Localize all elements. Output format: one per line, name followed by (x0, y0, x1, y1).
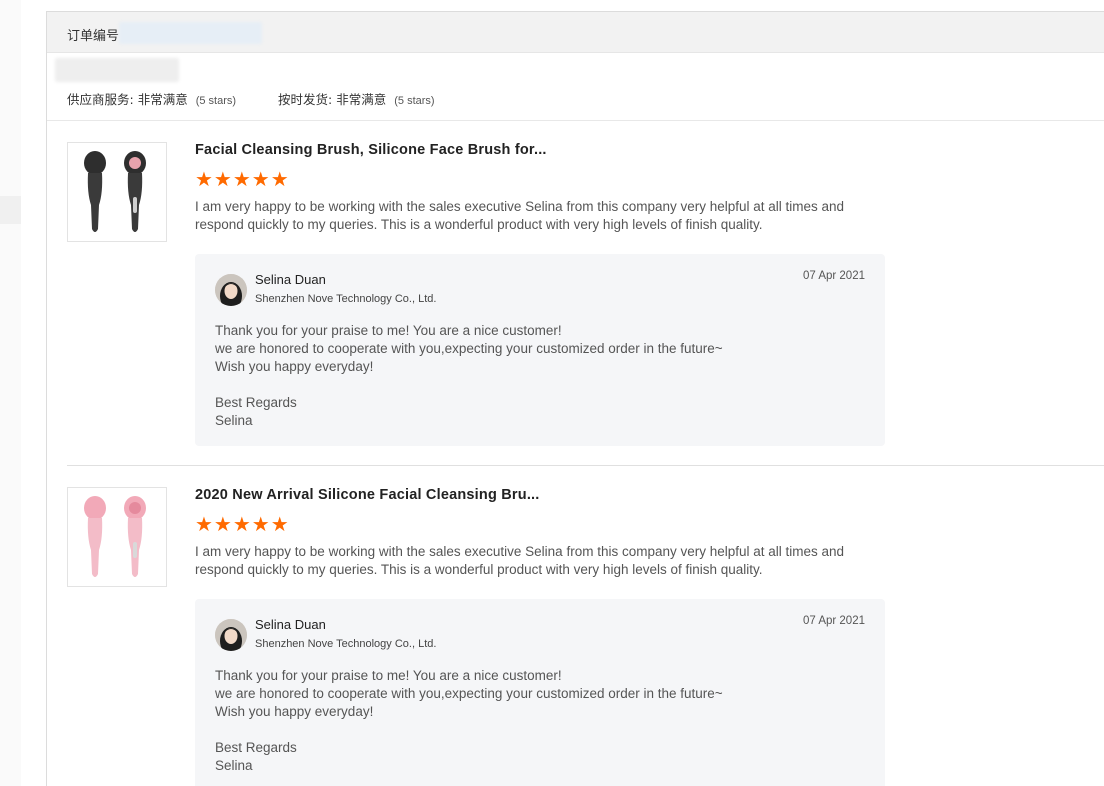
order-header: 订单编号 (47, 12, 1104, 53)
supplier-reply: Selina Duan Shenzhen Nove Technology Co.… (195, 254, 885, 446)
buyer-info-redacted (55, 58, 179, 82)
gutter-notch (0, 196, 21, 224)
product-thumbnail[interactable] (67, 487, 167, 587)
review-text: I am very happy to be working with the s… (195, 544, 845, 577)
order-number-redacted (119, 22, 262, 44)
divider (47, 120, 1104, 121)
reply-author-name: Selina Duan (255, 617, 326, 632)
reply-company: Shenzhen Nove Technology Co., Ltd. (255, 638, 437, 650)
product-title-link[interactable]: 2020 New Arrival Silicone Facial Cleansi… (195, 487, 540, 503)
reply-date: 07 Apr 2021 (802, 615, 865, 627)
avatar (215, 274, 247, 306)
on-time-shipment-rating: 按时发货: 非常满意 (5 stars) (278, 92, 435, 107)
order-review-card: 订单编号 供应商服务: 非常满意 (5 stars) 按时发货: 非常满意 (5… (46, 11, 1104, 786)
product-title-link[interactable]: Facial Cleansing Brush, Silicone Face Br… (195, 142, 547, 158)
pink-face-brush-image (68, 488, 166, 586)
supplier-reply: Selina Duan Shenzhen Nove Technology Co.… (195, 599, 885, 786)
avatar (215, 619, 247, 651)
review-item: 2020 New Arrival Silicone Facial Cleansi… (67, 487, 1097, 786)
reply-body: Thank you for your praise to me! You are… (215, 323, 723, 428)
avatar-photo (215, 619, 247, 651)
left-gutter (0, 0, 21, 786)
rating-stars: ★★★★★ (195, 169, 290, 191)
supplier-service-rating: 供应商服务: 非常满意 (5 stars) (67, 92, 237, 107)
review-item: Facial Cleansing Brush, Silicone Face Br… (67, 142, 1097, 452)
order-number-label: 订单编号 (67, 29, 120, 44)
avatar-photo (215, 274, 247, 306)
black-face-brush-image (68, 143, 166, 241)
review-text: I am very happy to be working with the s… (195, 199, 845, 232)
divider (67, 465, 1104, 466)
reply-author-name: Selina Duan (255, 272, 326, 287)
reply-date: 07 Apr 2021 (802, 270, 865, 282)
reply-body: Thank you for your praise to me! You are… (215, 668, 723, 773)
reply-company: Shenzhen Nove Technology Co., Ltd. (255, 293, 437, 305)
order-ratings: 供应商服务: 非常满意 (5 stars) 按时发货: 非常满意 (5 star… (67, 89, 473, 108)
rating-stars: ★★★★★ (195, 514, 290, 536)
product-thumbnail[interactable] (67, 142, 167, 242)
